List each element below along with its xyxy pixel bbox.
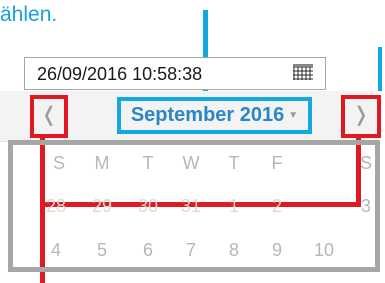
- month-year-dropdown[interactable]: September 2016 ▼: [117, 97, 312, 134]
- day-cell[interactable]: 10: [304, 240, 344, 261]
- caret-down-icon: ▼: [288, 110, 299, 121]
- weekday-header: S: [359, 153, 372, 173]
- day-cell[interactable]: 28: [36, 196, 76, 217]
- annotation-blue-edge: [378, 47, 382, 91]
- day-cell[interactable]: 1: [214, 196, 254, 217]
- weekday-header: S: [52, 153, 65, 173]
- day-cell[interactable]: 3: [346, 196, 385, 217]
- prev-month-button[interactable]: ❬: [34, 100, 64, 130]
- day-cell[interactable]: 5: [82, 240, 122, 261]
- datetime-input[interactable]: 26/09/2016 10:58:38: [24, 57, 326, 90]
- month-year-label: September 2016 ▼: [121, 101, 308, 130]
- next-month-button[interactable]: ❭: [346, 100, 376, 130]
- day-cell[interactable]: 6: [128, 240, 168, 261]
- day-cell[interactable]: 29: [82, 196, 122, 217]
- day-cell[interactable]: 7: [171, 240, 211, 261]
- datetime-value: 26/09/2016 10:58:38: [37, 64, 203, 84]
- day-cell[interactable]: 31: [171, 196, 211, 217]
- weekday-header: T: [228, 153, 240, 173]
- weekday-header: T: [142, 153, 154, 173]
- day-cell[interactable]: 2: [257, 196, 297, 217]
- day-cell[interactable]: 8: [214, 240, 254, 261]
- weekday-header: M: [94, 153, 110, 173]
- day-cell[interactable]: 9: [257, 240, 297, 261]
- day-cell[interactable]: 30: [128, 196, 168, 217]
- day-cell[interactable]: 4: [36, 240, 76, 261]
- caption-text: ählen.: [0, 3, 58, 26]
- weekday-header: W: [182, 153, 200, 173]
- month-year-text: September 2016: [130, 104, 285, 126]
- calendar-grid-icon[interactable]: [293, 64, 313, 80]
- weekday-header: F: [271, 153, 283, 173]
